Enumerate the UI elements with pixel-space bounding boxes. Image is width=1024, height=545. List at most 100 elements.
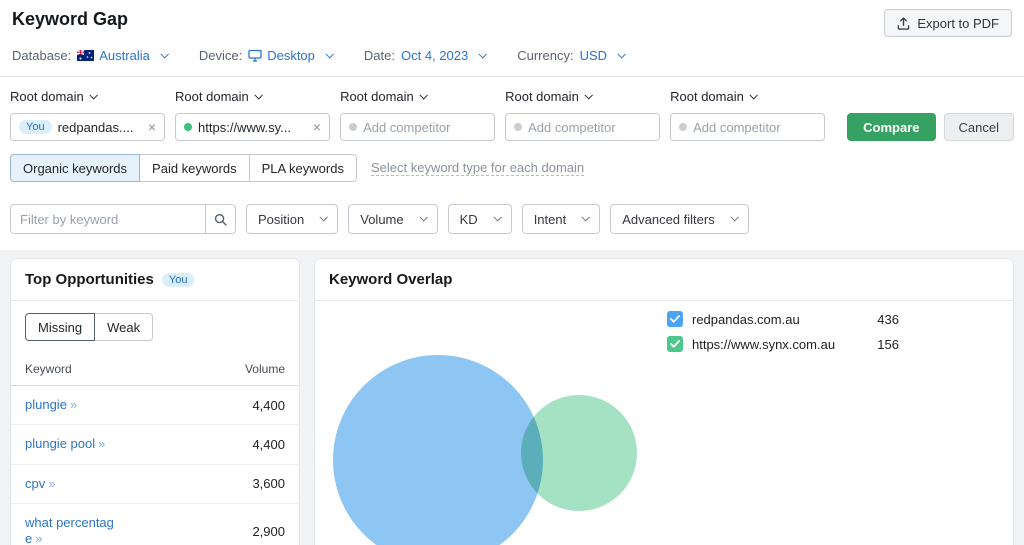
open-keyword-icon: » [48,475,56,491]
add-competitor-placeholder: Add competitor [693,119,781,135]
table-row: what percentage» 2,900 [11,504,299,545]
tab-paid-keywords[interactable]: Paid keywords [139,154,250,182]
keyword-volume: 3,600 [252,476,285,492]
database-label: Database: [12,48,72,63]
keyword-link[interactable]: cpv» [25,476,117,492]
advanced-filters-dropdown[interactable]: Advanced filters [610,204,749,234]
database-dropdown[interactable]: Australia [77,48,169,63]
top-bar: Keyword Gap Export to PDF [0,0,1024,37]
keyword-overlap-title: Keyword Overlap [329,271,453,288]
domain-section: Root domain You redpandas.... × Root dom… [0,77,1024,141]
domain-column-competitor-3: Root domain Add competitor [505,89,661,141]
content-area: Top Opportunities You Missing Weak Keywo… [0,250,1024,545]
root-domain-dropdown-5[interactable]: Root domain [670,89,825,104]
table-row: cpv» 3,600 [11,465,299,504]
keyword-volume: 4,400 [252,436,285,452]
competitor-4-input[interactable]: Add competitor [670,113,826,141]
legend-label: https://www.synx.com.au [692,336,836,352]
filter-bar: Position Volume KD Intent Advanced filte… [0,198,1024,250]
table-row: plungie pool» 4,400 [11,425,299,465]
keyword-type-tabs: Organic keywords Paid keywords PLA keywo… [10,154,357,182]
top-opportunities-title: Top Opportunities [25,271,154,288]
root-domain-dropdown-2[interactable]: Root domain [175,89,330,104]
table-header-row: Keyword Volume [11,354,299,386]
gray-dot-icon [514,123,523,131]
date-dropdown[interactable]: Oct 4, 2023 [401,48,488,63]
domain-column-competitor-1: Root domain https://www.sy... × [175,89,331,141]
keyword-search [10,204,236,234]
weak-toggle-button[interactable]: Weak [94,313,154,341]
tab-pla-keywords[interactable]: PLA keywords [248,154,357,182]
competitor-3-input[interactable]: Add competitor [505,113,661,141]
competitor-1-value: https://www.sy... [198,119,291,135]
checkbox-checked-icon[interactable] [667,311,683,327]
global-filter-bar: Database: Australia Device: Desktop Date… [0,37,1024,76]
intent-filter-dropdown[interactable]: Intent [521,204,601,234]
keyword-column-header: Keyword [25,362,72,376]
domain-actions: Compare Cancel [847,113,1014,141]
device-label: Device: [198,48,243,63]
kd-filter-dropdown[interactable]: KD [447,204,512,234]
venn-circle-redpandas [333,355,543,545]
root-domain-dropdown-4[interactable]: Root domain [505,89,660,104]
keyword-overlap-card: Keyword Overlap redpandas.com.au 436 htt… [314,258,1014,545]
keyword-link[interactable]: plungie» [25,397,117,413]
desktop-icon [248,49,262,62]
export-icon [897,16,910,30]
add-competitor-placeholder: Add competitor [363,119,451,135]
australia-flag-icon [77,50,95,61]
page-title: Keyword Gap [12,9,129,29]
legend-item: redpandas.com.au 436 [667,311,899,327]
keyword-link[interactable]: plungie pool» [25,436,117,452]
open-keyword-icon: » [35,531,43,545]
compare-button[interactable]: Compare [847,113,936,141]
legend-count: 156 [877,336,899,352]
checkbox-checked-icon[interactable] [667,336,683,352]
keyword-filter-input[interactable] [10,204,206,234]
currency-label: Currency: [517,48,574,63]
position-filter-dropdown[interactable]: Position [246,204,339,234]
volume-filter-dropdown[interactable]: Volume [348,204,438,234]
export-to-pdf-button[interactable]: Export to PDF [884,9,1012,37]
open-keyword-icon: » [98,436,106,452]
domain-column-you: Root domain You redpandas.... × [10,89,166,141]
keyword-type-row: Organic keywords Paid keywords PLA keywo… [0,141,1024,198]
keyword-link[interactable]: what percentage» [25,515,117,545]
overlap-legend: redpandas.com.au 436 https://www.synx.co… [667,311,899,361]
volume-column-header[interactable]: Volume [245,362,285,376]
domain-column-competitor-2: Root domain Add competitor [340,89,496,141]
device-filter: Device: Desktop [198,48,334,63]
you-badge: You [161,272,195,287]
gray-dot-icon [349,123,358,131]
competitor-1-input[interactable]: https://www.sy... × [175,113,331,141]
venn-circle-synx [521,395,637,511]
cancel-button[interactable]: Cancel [943,113,1014,141]
missing-weak-toggle: Missing Weak [11,301,299,354]
search-button[interactable] [206,204,236,234]
currency-dropdown[interactable]: USD [580,48,626,63]
keyword-volume: 4,400 [252,397,285,413]
competitor-2-input[interactable]: Add competitor [340,113,496,141]
root-domain-dropdown-1[interactable]: Root domain [10,89,165,104]
table-row: plungie» 4,400 [11,386,299,426]
add-competitor-placeholder: Add competitor [528,119,616,135]
legend-count: 436 [877,311,899,327]
device-dropdown[interactable]: Desktop [248,48,334,63]
currency-filter: Currency: USD [517,48,626,63]
database-filter: Database: Australia [12,48,169,63]
date-label: Date: [363,48,395,63]
legend-item: https://www.synx.com.au 156 [667,336,899,352]
gray-dot-icon [679,123,688,131]
close-icon[interactable]: × [313,120,321,134]
top-opportunities-card: Top Opportunities You Missing Weak Keywo… [10,258,300,545]
legend-label: redpandas.com.au [692,311,800,327]
search-icon [214,213,227,226]
you-domain-value: redpandas.... [57,119,134,135]
missing-toggle-button[interactable]: Missing [25,313,96,341]
root-domain-dropdown-3[interactable]: Root domain [340,89,495,104]
date-filter: Date: Oct 4, 2023 [363,48,488,63]
domain-column-competitor-4: Root domain Add competitor [670,89,826,141]
tab-organic-keywords[interactable]: Organic keywords [10,154,141,182]
close-icon[interactable]: × [148,120,156,134]
you-domain-input[interactable]: You redpandas.... × [10,113,166,141]
